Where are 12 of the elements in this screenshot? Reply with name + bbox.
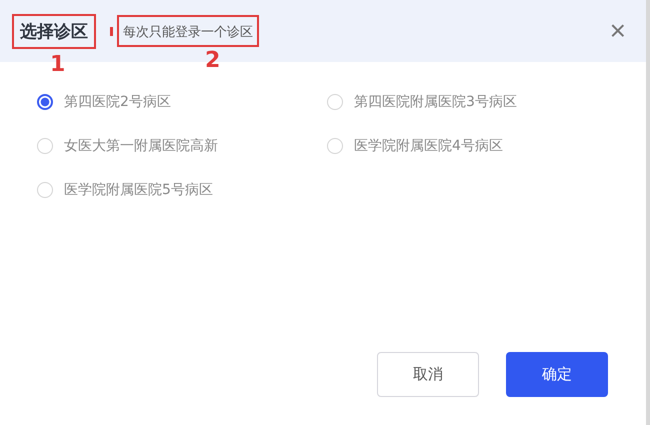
dialog-title: 选择诊区 [20, 22, 88, 42]
hint-text: 每次只能登录一个诊区 [123, 25, 253, 40]
confirm-button[interactable]: 确定 [506, 352, 608, 397]
radio-option[interactable]: 第四医院2号病区 [37, 93, 327, 111]
radio-option[interactable]: 医学院附属医院5号病区 [37, 181, 327, 199]
annotation-number: 2 [205, 50, 220, 72]
radio-option[interactable]: 女医大第一附属医院高新 [37, 137, 327, 155]
radio-option[interactable]: 第四医院附属医院3号病区 [327, 93, 617, 111]
radio-option[interactable]: 医学院附属医院4号病区 [327, 137, 617, 155]
cancel-button[interactable]: 取消 [377, 352, 479, 397]
annotation-number: 1 [50, 54, 66, 76]
close-button[interactable]: × [602, 17, 634, 45]
